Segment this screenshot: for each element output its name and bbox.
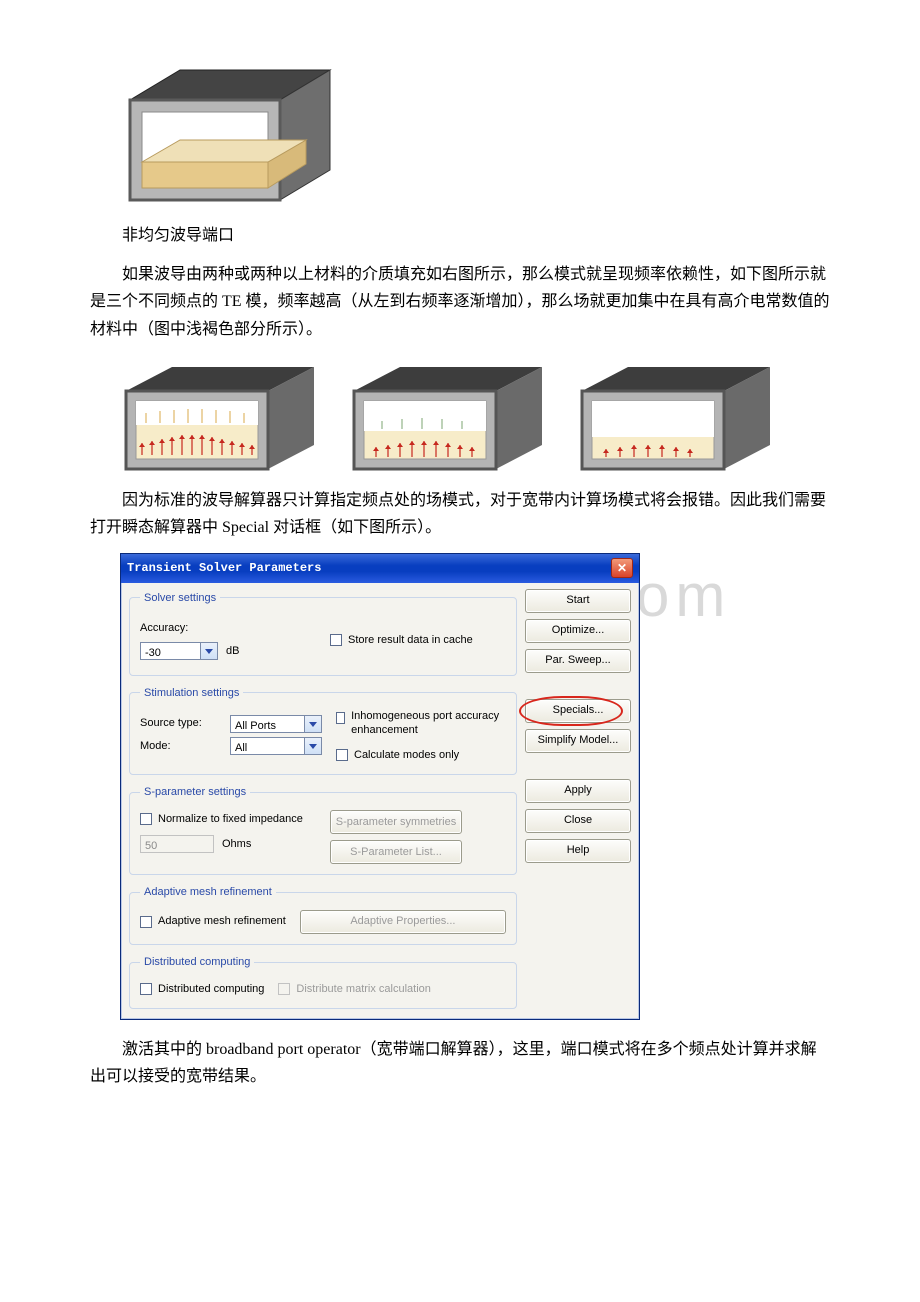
impedance-value: 50 xyxy=(140,835,214,853)
help-button[interactable]: Help xyxy=(525,839,631,863)
paragraph-1: 如果波导由两种或两种以上材料的介质填充如右图所示，那么模式就呈现频率依赖性，如下… xyxy=(90,261,830,343)
paragraph-2: 因为标准的波导解算器只计算指定频点处的场模式，对于宽带内计算场模式将会报错。因此… xyxy=(90,487,830,541)
accuracy-label: Accuracy: xyxy=(140,619,222,638)
waveguide-figure-row xyxy=(120,363,830,473)
sparameter-settings-group: S-parameter settings Normalize to fixed … xyxy=(129,783,517,875)
close-button[interactable]: Close xyxy=(525,809,631,833)
adaptive-mesh-checkbox[interactable]: Adaptive mesh refinement xyxy=(140,912,286,931)
waveguide-figure-single xyxy=(120,60,830,210)
distributed-computing-checkbox[interactable]: Distributed computing xyxy=(140,980,264,999)
distributed-computing-group: Distributed computing Distributed comput… xyxy=(129,953,517,1009)
solver-settings-legend: Solver settings xyxy=(140,589,220,608)
mode-label: Mode: xyxy=(140,737,222,756)
specials-button[interactable]: Specials... xyxy=(525,699,631,723)
chevron-down-icon[interactable] xyxy=(304,715,322,733)
simplify-model-button[interactable]: Simplify Model... xyxy=(525,729,631,753)
chevron-down-icon[interactable] xyxy=(304,737,322,755)
stimulation-settings-group: Stimulation settings Source type: All Po… xyxy=(129,684,517,776)
accuracy-unit: dB xyxy=(226,642,239,661)
dialog-title: Transient Solver Parameters xyxy=(127,558,321,578)
dialog-titlebar[interactable]: Transient Solver Parameters ✕ xyxy=(121,554,639,582)
distribute-matrix-checkbox: Distribute matrix calculation xyxy=(278,980,431,999)
normalize-impedance-label: Normalize to fixed impedance xyxy=(158,810,303,829)
impedance-unit: Ohms xyxy=(222,835,251,854)
accuracy-value[interactable]: -30 xyxy=(140,642,200,660)
calculate-modes-label: Calculate modes only xyxy=(354,746,459,765)
distribute-matrix-label: Distribute matrix calculation xyxy=(296,980,431,999)
apply-button[interactable]: Apply xyxy=(525,779,631,803)
calculate-modes-checkbox[interactable]: Calculate modes only xyxy=(336,746,506,765)
optimize-button[interactable]: Optimize... xyxy=(525,619,631,643)
solver-settings-group: Solver settings Accuracy: -30 dB xyxy=(129,589,517,676)
store-cache-label: Store result data in cache xyxy=(348,631,473,650)
close-icon[interactable]: ✕ xyxy=(611,558,633,578)
normalize-impedance-checkbox[interactable]: Normalize to fixed impedance xyxy=(140,810,316,829)
sparameter-list-button: S-Parameter List... xyxy=(330,840,462,864)
adaptive-mesh-group: Adaptive mesh refinement Adaptive mesh r… xyxy=(129,883,517,945)
figure-caption: 非均匀波导端口 xyxy=(122,222,830,249)
adaptive-mesh-label: Adaptive mesh refinement xyxy=(158,912,286,931)
adaptive-mesh-legend: Adaptive mesh refinement xyxy=(140,883,276,902)
waveguide-mode-2 xyxy=(348,363,548,473)
source-type-value[interactable]: All Ports xyxy=(230,715,304,733)
source-type-combo[interactable]: All Ports xyxy=(230,715,322,733)
waveguide-mode-1 xyxy=(120,363,320,473)
store-cache-checkbox[interactable]: Store result data in cache xyxy=(330,631,473,650)
waveguide-mode-3 xyxy=(576,363,776,473)
sparameter-symmetries-button: S-parameter symmetries xyxy=(330,810,462,834)
paragraph-3: 激活其中的 broadband port operator（宽带端口解算器），这… xyxy=(90,1036,830,1090)
par-sweep-button[interactable]: Par. Sweep... xyxy=(525,649,631,673)
source-type-label: Source type: xyxy=(140,714,222,733)
start-button[interactable]: Start xyxy=(525,589,631,613)
inhomogeneous-port-label: Inhomogeneous port accuracy enhancement xyxy=(351,710,506,738)
chevron-down-icon[interactable] xyxy=(200,642,218,660)
distributed-computing-legend: Distributed computing xyxy=(140,953,254,972)
adaptive-properties-button: Adaptive Properties... xyxy=(300,910,506,934)
inhomogeneous-port-checkbox[interactable]: Inhomogeneous port accuracy enhancement xyxy=(336,710,506,738)
accuracy-combo[interactable]: -30 xyxy=(140,642,218,660)
transient-solver-dialog: Transient Solver Parameters ✕ Solver set… xyxy=(120,553,640,1020)
distributed-computing-label: Distributed computing xyxy=(158,980,264,999)
sparameter-legend: S-parameter settings xyxy=(140,783,250,802)
stimulation-legend: Stimulation settings xyxy=(140,684,243,703)
mode-value[interactable]: All xyxy=(230,737,304,755)
mode-combo[interactable]: All xyxy=(230,737,322,755)
